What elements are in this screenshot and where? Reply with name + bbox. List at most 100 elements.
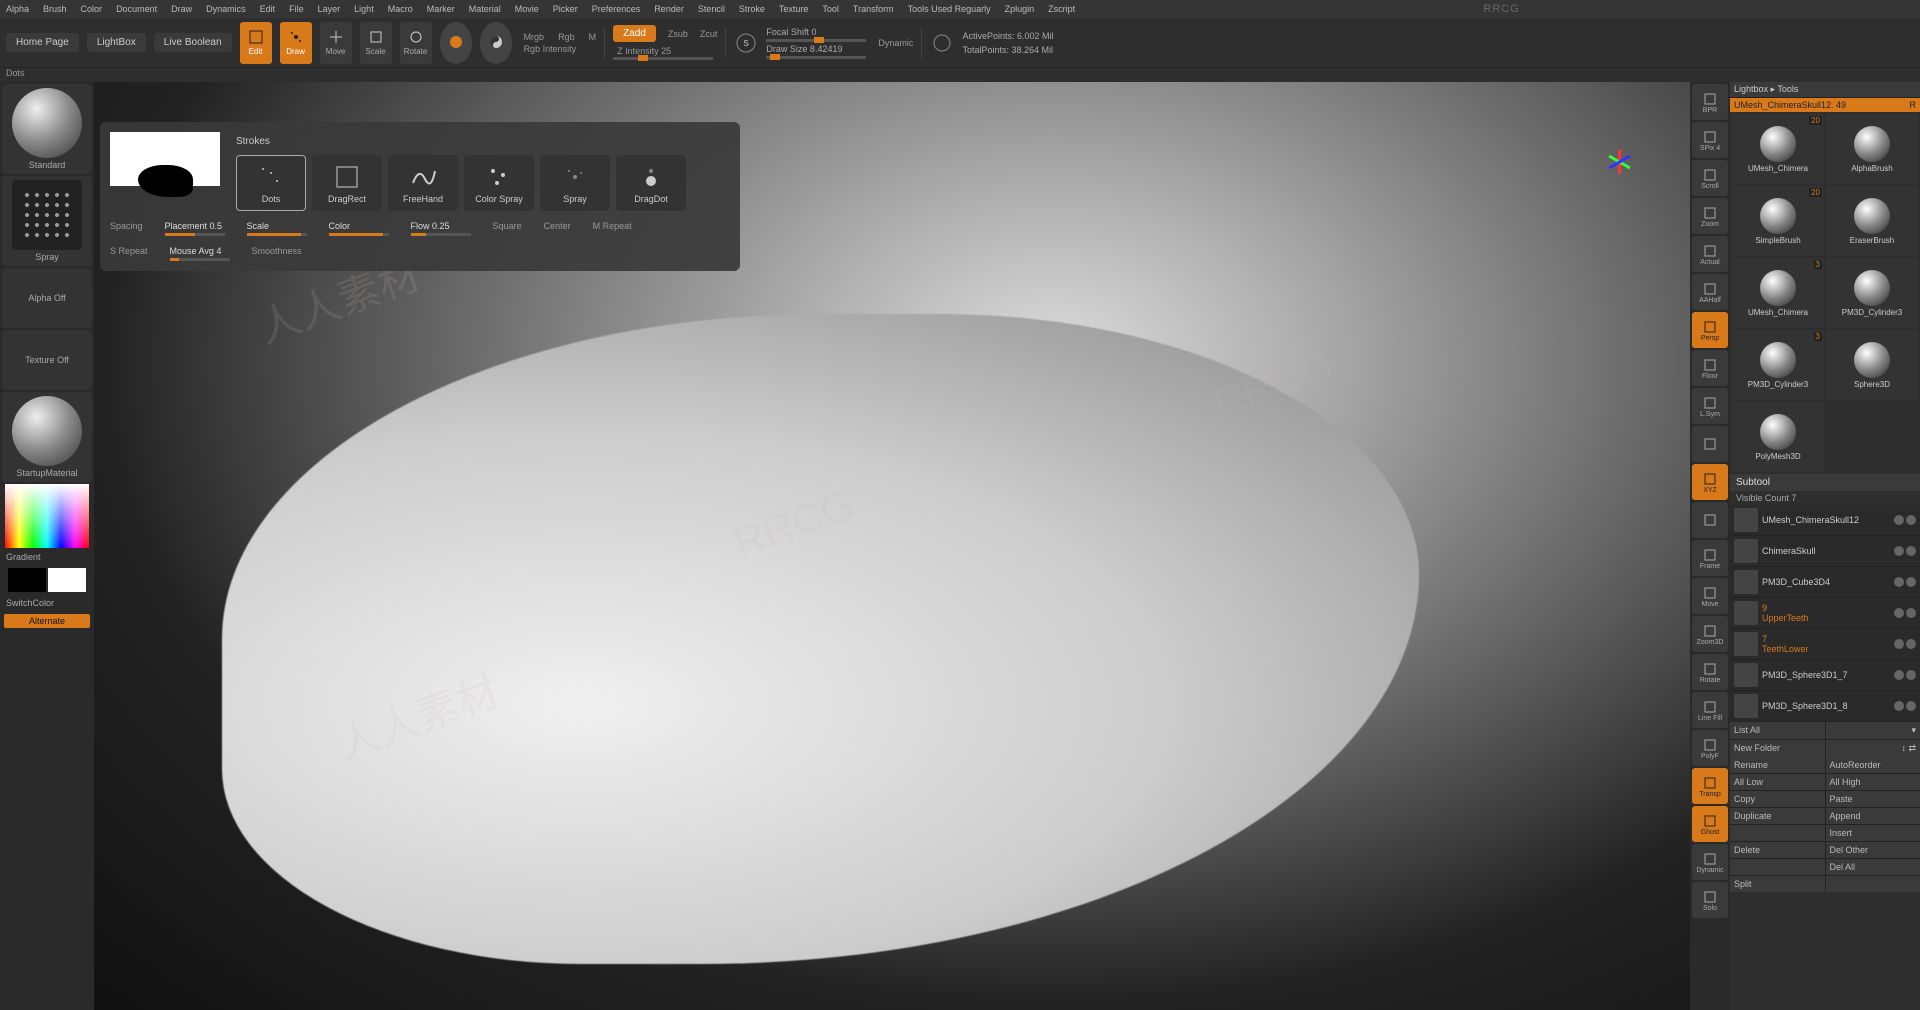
- visibility-icon[interactable]: [1906, 577, 1916, 587]
- duplicate-button[interactable]: Duplicate: [1730, 808, 1825, 824]
- menu-item[interactable]: Layer: [318, 4, 341, 14]
- lightbox-button[interactable]: LightBox: [87, 33, 146, 52]
- visibility-icon[interactable]: [1906, 670, 1916, 680]
- subtool-pm3d_sphere3d1_8[interactable]: PM3D_Sphere3D1_8: [1730, 691, 1920, 722]
- vbtn-move[interactable]: Move: [1692, 578, 1728, 614]
- vbtn-spix4[interactable]: SPix 4: [1692, 122, 1728, 158]
- tool-name-bar[interactable]: UMesh_ChimeraSkull12. 49R: [1730, 98, 1920, 112]
- param-square[interactable]: Square: [493, 221, 522, 236]
- vbtn-zoom[interactable]: Zoom: [1692, 198, 1728, 234]
- stroke-colorspray[interactable]: Color Spray: [464, 155, 534, 211]
- menu-item[interactable]: Tool: [822, 4, 839, 14]
- stroke-spray[interactable]: Spray: [540, 155, 610, 211]
- visibility-icon[interactable]: [1906, 701, 1916, 711]
- insert-button[interactable]: Insert: [1826, 825, 1920, 841]
- vbtn-transp[interactable]: Transp: [1692, 768, 1728, 804]
- stroke-slot[interactable]: Spray: [2, 176, 92, 266]
- menu-item[interactable]: Marker: [427, 4, 455, 14]
- vbtn-linefill[interactable]: Line Fill: [1692, 692, 1728, 728]
- menu-item[interactable]: Stencil: [698, 4, 725, 14]
- menu-item[interactable]: Zplugin: [1005, 4, 1035, 14]
- vbtn-polyf[interactable]: PolyF: [1692, 730, 1728, 766]
- zintensity-slider[interactable]: [613, 57, 713, 60]
- menu-item[interactable]: Transform: [853, 4, 894, 14]
- stroke-dragdot[interactable]: DragDot: [616, 155, 686, 211]
- zcut-button[interactable]: Zcut: [700, 29, 718, 39]
- visibility-icon[interactable]: [1894, 577, 1904, 587]
- menu-item[interactable]: Draw: [171, 4, 192, 14]
- stroke-dots[interactable]: Dots: [236, 155, 306, 211]
- vbtn-dynamic[interactable]: Dynamic: [1692, 844, 1728, 880]
- delother-button[interactable]: Del Other: [1826, 842, 1920, 858]
- vbtn-lsym[interactable]: L.Sym: [1692, 388, 1728, 424]
- gizmo-button[interactable]: [440, 22, 472, 64]
- menu-item[interactable]: Material: [469, 4, 501, 14]
- rotate-button[interactable]: Rotate: [400, 22, 432, 64]
- visibility-icon[interactable]: [1894, 670, 1904, 680]
- param-smoothness[interactable]: Smoothness: [252, 246, 302, 261]
- r-toggle[interactable]: R: [1910, 100, 1917, 110]
- menu-item[interactable]: Document: [116, 4, 157, 14]
- swatch-black[interactable]: [8, 568, 46, 592]
- param-scale[interactable]: Scale: [247, 221, 307, 236]
- paste-button[interactable]: Paste: [1826, 791, 1920, 807]
- vbtn-frame[interactable]: Frame: [1692, 540, 1728, 576]
- visibility-icon[interactable]: [1894, 515, 1904, 525]
- subtool-chimeraskull[interactable]: ChimeraSkull: [1730, 536, 1920, 567]
- vbtn-solo[interactable]: Solo: [1692, 882, 1728, 918]
- menu-item[interactable]: Brush: [43, 4, 67, 14]
- menu-item[interactable]: Dynamics: [206, 4, 246, 14]
- vbtn-floor[interactable]: Floor: [1692, 350, 1728, 386]
- visibility-icon[interactable]: [1894, 608, 1904, 618]
- param-spacing[interactable]: Spacing: [110, 221, 143, 236]
- param-m[interactable]: M Repeat: [593, 221, 632, 236]
- newfolder-button[interactable]: New Folder: [1730, 740, 1825, 757]
- m-label[interactable]: M: [589, 32, 597, 42]
- zadd-button[interactable]: Zadd: [613, 25, 656, 42]
- drawsize-slider[interactable]: [766, 56, 866, 59]
- vbtn-blank[interactable]: [1692, 502, 1728, 538]
- texture-slot[interactable]: Texture Off: [2, 330, 92, 390]
- vbtn-actual[interactable]: Actual: [1692, 236, 1728, 272]
- vbtn-aahalf[interactable]: AAHalf: [1692, 274, 1728, 310]
- tool-simplebrush[interactable]: 20SimpleBrush: [1732, 186, 1824, 256]
- menu-item[interactable]: Zscript: [1048, 4, 1075, 14]
- menu-item[interactable]: Render: [654, 4, 684, 14]
- tool-polymesh3d[interactable]: PolyMesh3D: [1732, 402, 1824, 472]
- rgb-label[interactable]: Rgb: [558, 32, 575, 42]
- menu-item[interactable]: Light: [354, 4, 374, 14]
- stroke-dragrect[interactable]: DragRect: [312, 155, 382, 211]
- vbtn-rotate[interactable]: Rotate: [1692, 654, 1728, 690]
- edit-button[interactable]: Edit: [240, 22, 272, 64]
- alternate-button[interactable]: Alternate: [4, 614, 90, 628]
- allhigh-button[interactable]: All High: [1826, 774, 1920, 790]
- menu-item[interactable]: Stroke: [739, 4, 765, 14]
- tool-eraserbrush[interactable]: EraserBrush: [1826, 186, 1918, 256]
- tool-umesh_chimera[interactable]: 20UMesh_Chimera: [1732, 114, 1824, 184]
- visibility-icon[interactable]: [1906, 546, 1916, 556]
- tool-sphere3d[interactable]: Sphere3D: [1826, 330, 1918, 400]
- vbtn-bpr[interactable]: BPR: [1692, 84, 1728, 120]
- menu-item[interactable]: Preferences: [592, 4, 641, 14]
- vbtn-blank[interactable]: [1692, 426, 1728, 462]
- menu-item[interactable]: Edit: [260, 4, 276, 14]
- vbtn-ghost[interactable]: Ghost: [1692, 806, 1728, 842]
- alpha-preview[interactable]: [110, 132, 220, 186]
- tool-alphabrush[interactable]: AlphaBrush: [1826, 114, 1918, 184]
- zsub-button[interactable]: Zsub: [668, 29, 688, 39]
- sculptris-button[interactable]: [480, 22, 512, 64]
- move-button[interactable]: Move: [320, 22, 352, 64]
- menu-item[interactable]: Picker: [553, 4, 578, 14]
- subtool-teethlower[interactable]: 7TeethLower: [1730, 629, 1920, 660]
- brush-slot[interactable]: Standard: [2, 84, 92, 174]
- visibility-icon[interactable]: [1906, 639, 1916, 649]
- subtool-header[interactable]: Subtool: [1730, 474, 1920, 491]
- subtool-upperteeth[interactable]: 9UpperTeeth: [1730, 598, 1920, 629]
- append-button[interactable]: Append: [1826, 808, 1920, 824]
- split-button[interactable]: Split: [1730, 876, 1825, 892]
- param-center[interactable]: Center: [544, 221, 571, 236]
- menu-item[interactable]: Movie: [515, 4, 539, 14]
- listall-button[interactable]: List All: [1730, 722, 1825, 739]
- visibility-icon[interactable]: [1894, 639, 1904, 649]
- liveboolean-button[interactable]: Live Boolean: [154, 33, 232, 52]
